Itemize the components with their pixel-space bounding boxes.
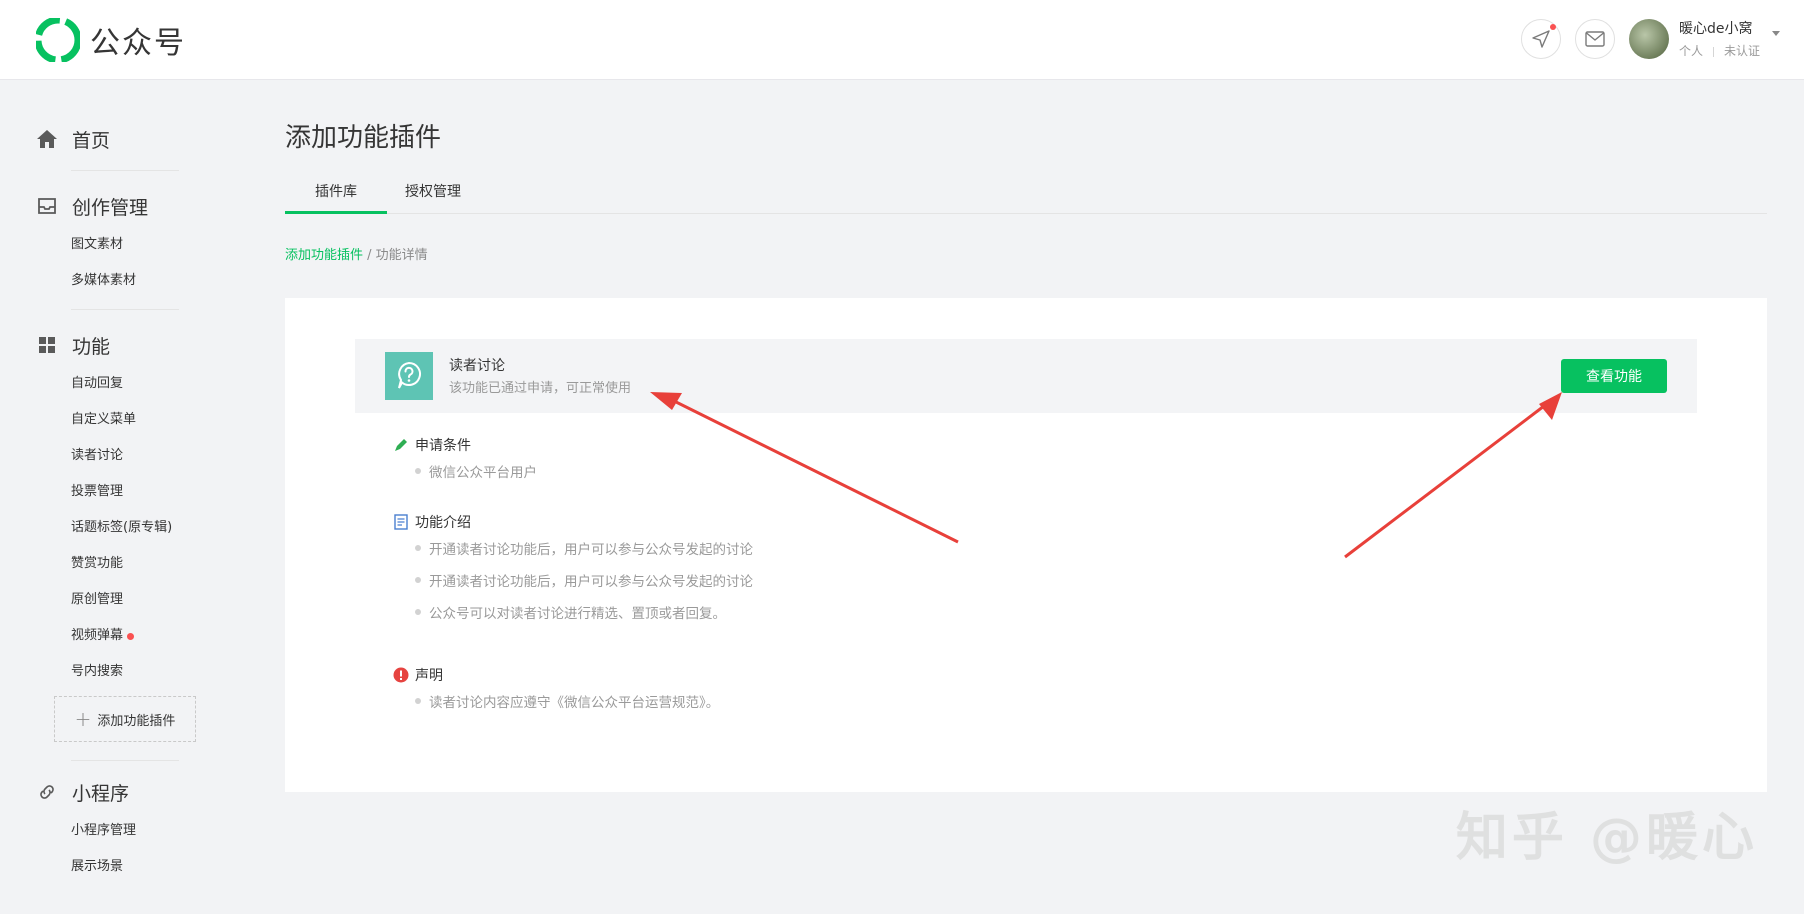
main-content: 添加功能插件 插件库 授权管理 添加功能插件 / 功能详情 读者讨论 该功能已通… [285, 81, 1767, 792]
section-conditions: 申请条件 微信公众平台用户 [393, 435, 537, 487]
sidebar-section-miniprogram-label: 小程序 [72, 782, 130, 805]
sidebar-item-label: 视频弹幕 [71, 628, 124, 643]
breadcrumb-current: 功能详情 [375, 248, 428, 263]
plus-icon: + [74, 707, 92, 731]
tab-authorization[interactable]: 授权管理 [387, 174, 479, 214]
add-plugin-button[interactable]: + 添加功能插件 [54, 696, 196, 742]
sidebar-item-label: 展示场景 [71, 859, 124, 874]
divider [71, 170, 179, 171]
sidebar-item-image-text[interactable]: 图文素材 [36, 227, 230, 263]
sidebar-section-creation[interactable]: 创作管理 [36, 191, 230, 221]
page-title: 添加功能插件 [285, 123, 442, 153]
section-title: 声明 [415, 668, 443, 684]
breadcrumb-link[interactable]: 添加功能插件 [285, 248, 363, 263]
sidebar-item-video-danmaku[interactable]: 视频弹幕 [36, 618, 230, 654]
sidebar-item-label: 话题标签(原专辑) [71, 520, 173, 535]
sidebar-item-home[interactable]: 首页 [36, 124, 230, 154]
sidebar-item-home-label: 首页 [72, 129, 111, 152]
discussion-icon [385, 352, 433, 400]
view-feature-button[interactable]: 查看功能 [1561, 359, 1667, 393]
sidebar-item-miniprogram-manage[interactable]: 小程序管理 [36, 813, 230, 849]
notification-dot [1549, 23, 1556, 30]
sidebar-item-label: 自动回复 [71, 376, 124, 391]
logo[interactable]: 公众号 [36, 18, 186, 62]
section-statement: 声明 读者讨论内容应遵守《微信公众平台运营规范》。 [393, 665, 719, 717]
list-item: 读者讨论内容应遵守《微信公众平台运营规范》。 [393, 685, 719, 717]
alert-icon [393, 667, 409, 683]
new-badge-dot [127, 632, 135, 640]
breadcrumb-separator: / [363, 248, 376, 263]
sidebar-item-display-scene[interactable]: 展示场景 [36, 849, 230, 885]
sidebar-item-custom-menu[interactable]: 自定义菜单 [36, 402, 230, 438]
sidebar-section-features-label: 功能 [72, 335, 111, 358]
sidebar-section-miniprogram[interactable]: 小程序 [36, 777, 230, 807]
sidebar-item-label: 号内搜索 [71, 664, 124, 679]
sidebar-item-media[interactable]: 多媒体素材 [36, 263, 230, 299]
plugin-summary: 读者讨论 该功能已通过申请，可正常使用 查看功能 [355, 339, 1697, 413]
plugin-status: 该功能已通过申请，可正常使用 [449, 381, 632, 396]
message-button[interactable] [1574, 18, 1615, 59]
sidebar-item-label: 自定义菜单 [71, 412, 137, 427]
sidebar: 首页 创作管理 图文素材 多媒体素材 功能 自动回复 自定义菜单 读者讨论 投票… [0, 81, 230, 914]
tab-bar: 插件库 授权管理 [285, 174, 1767, 214]
breadcrumb: 添加功能插件 / 功能详情 [285, 244, 1767, 263]
home-icon [36, 128, 58, 150]
avatar[interactable] [1628, 18, 1669, 59]
wechat-mp-logo-icon [36, 18, 80, 62]
user-name: 暖心de小窝 [1678, 21, 1753, 37]
sidebar-item-original[interactable]: 原创管理 [36, 582, 230, 618]
plugin-name: 读者讨论 [449, 358, 505, 374]
list-item: 开通读者讨论功能后，用户可以参与公众号发起的讨论 [393, 532, 753, 564]
divider [71, 760, 179, 761]
grid-icon [36, 334, 58, 356]
list-item: 开通读者讨论功能后，用户可以参与公众号发起的讨论 [393, 564, 753, 596]
sidebar-item-vote[interactable]: 投票管理 [36, 474, 230, 510]
sidebar-item-label: 赞赏功能 [71, 556, 124, 571]
sidebar-item-auto-reply[interactable]: 自动回复 [36, 366, 230, 402]
chevron-down-icon[interactable] [1772, 31, 1780, 36]
list-item: 微信公众平台用户 [393, 455, 537, 487]
user-info[interactable]: 暖心de小窝 个人 未认证 [1679, 18, 1760, 59]
watermark: 知乎 @暖心 [1455, 808, 1758, 868]
sidebar-item-search[interactable]: 号内搜索 [36, 654, 230, 690]
sidebar-item-label: 投票管理 [71, 484, 124, 499]
tab-plugin-library[interactable]: 插件库 [285, 174, 387, 214]
pencil-icon [393, 437, 409, 453]
divider [71, 309, 179, 310]
sidebar-item-label: 小程序管理 [71, 823, 137, 838]
sidebar-item-reward[interactable]: 赞赏功能 [36, 546, 230, 582]
document-icon [393, 514, 409, 530]
send-icon [1532, 29, 1550, 48]
add-plugin-label: 添加功能插件 [97, 713, 176, 729]
user-meta: 个人 未认证 [1679, 42, 1760, 59]
plugin-detail-card: 读者讨论 该功能已通过申请，可正常使用 查看功能 申请条件 微信公众平台用户 功… [285, 298, 1767, 792]
section-intro: 功能介绍 开通读者讨论功能后，用户可以参与公众号发起的讨论 开通读者讨论功能后，… [393, 512, 753, 628]
sidebar-item-label: 原创管理 [71, 592, 124, 607]
sidebar-item-label: 图文素材 [71, 237, 124, 252]
section-title: 申请条件 [415, 438, 471, 454]
sidebar-section-creation-label: 创作管理 [72, 196, 149, 219]
link-icon [36, 781, 58, 803]
sidebar-item-topic-tags[interactable]: 话题标签(原专辑) [36, 510, 230, 546]
logo-text: 公众号 [90, 26, 186, 61]
section-title: 功能介绍 [415, 515, 471, 531]
inbox-icon [36, 195, 58, 217]
list-item: 公众号可以对读者讨论进行精选、置顶或者回复。 [393, 596, 753, 628]
user-verify-status: 未认证 [1723, 44, 1760, 58]
notification-button[interactable] [1520, 18, 1561, 59]
user-type: 个人 [1678, 44, 1703, 58]
sidebar-section-features[interactable]: 功能 [36, 330, 230, 360]
sidebar-item-label: 读者讨论 [71, 448, 124, 463]
mail-icon [1585, 30, 1605, 47]
sidebar-item-label: 多媒体素材 [71, 273, 137, 288]
top-bar: 公众号 暖心de小窝 个人 未认证 [0, 0, 1804, 80]
sidebar-item-reader-discussion[interactable]: 读者讨论 [36, 438, 230, 474]
